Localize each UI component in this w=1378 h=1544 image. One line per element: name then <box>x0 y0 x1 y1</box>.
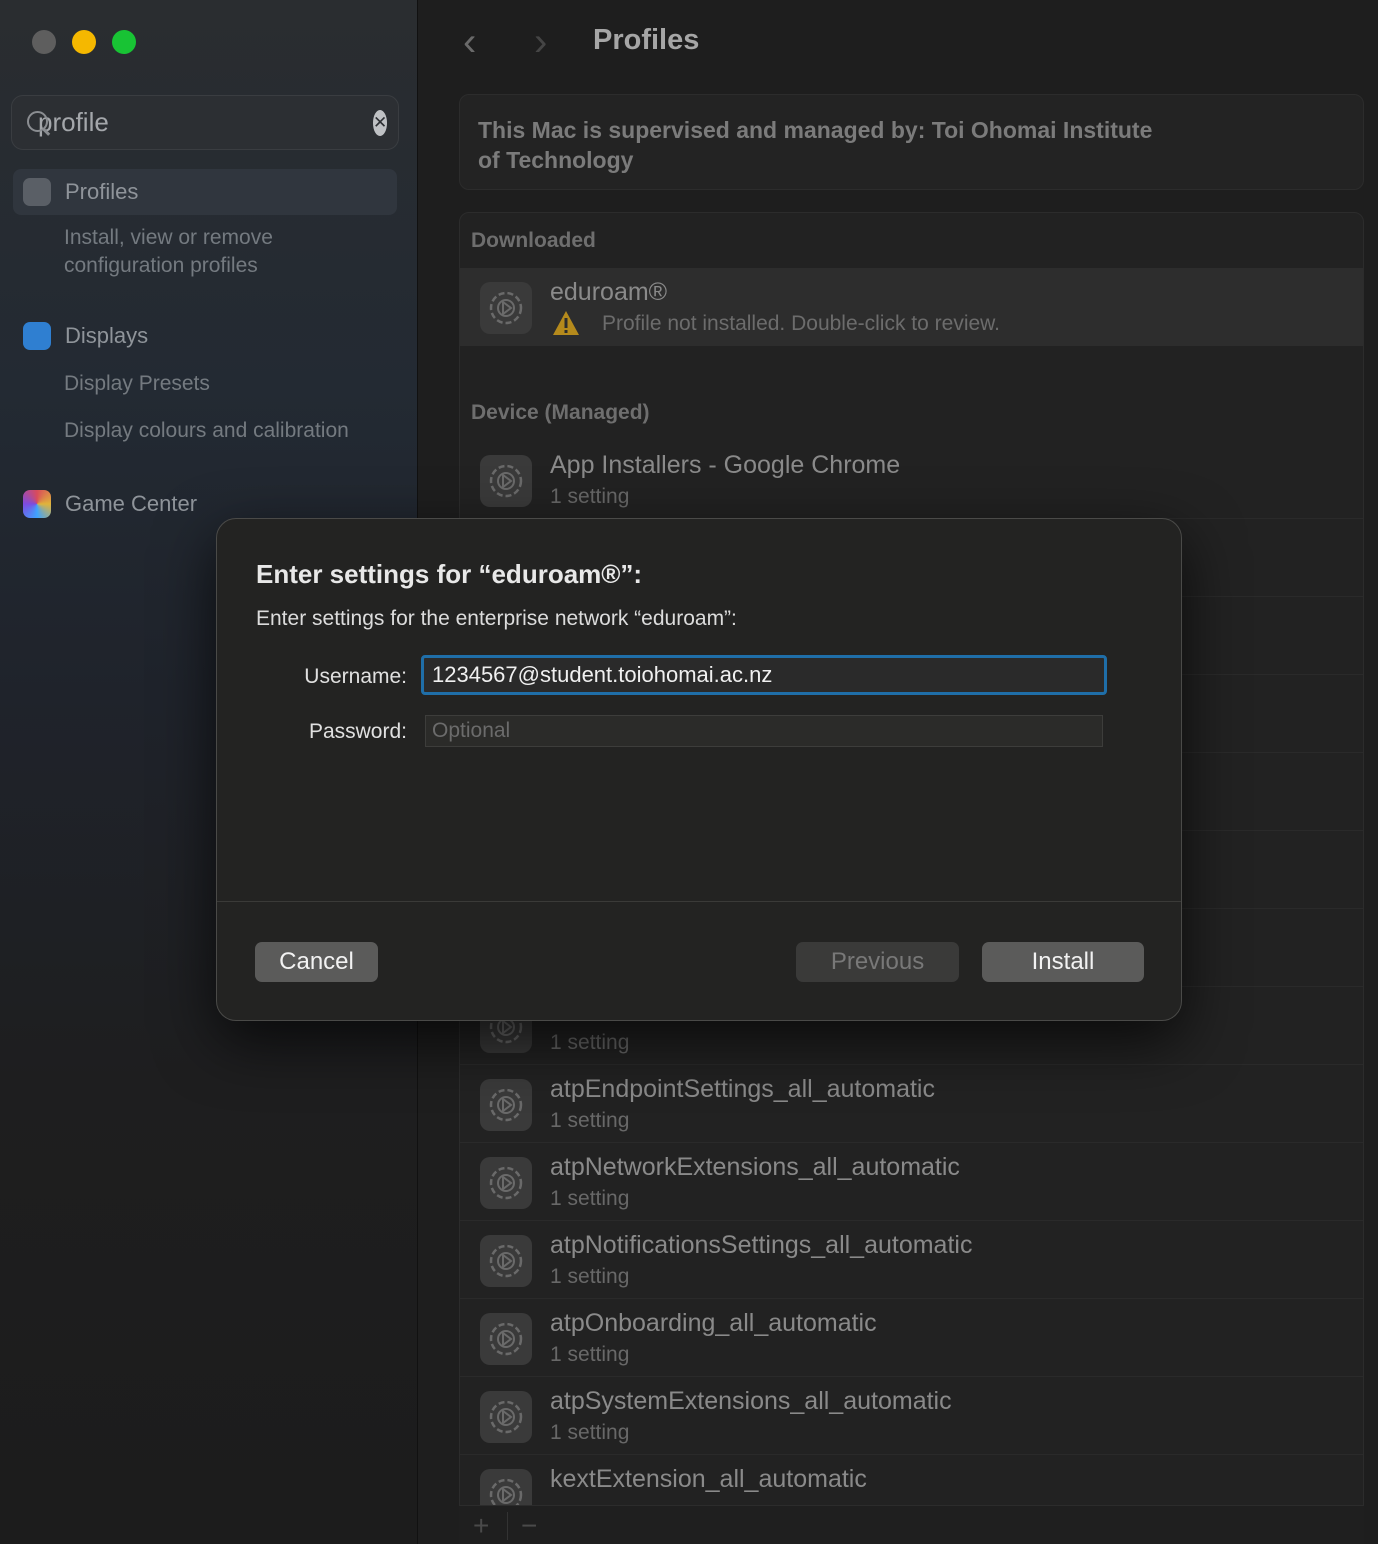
close-window-button[interactable] <box>32 30 56 54</box>
section-header-downloaded: Downloaded <box>471 229 596 252</box>
supervision-notice: This Mac is supervised and managed by: T… <box>459 94 1364 190</box>
profile-subtitle: 1 setting <box>550 1343 630 1366</box>
profile-status: Profile not installed. Double-click to r… <box>602 312 1001 335</box>
section-header-device-managed: Device (Managed) <box>471 401 650 424</box>
gear-icon <box>480 1157 532 1209</box>
sidebar-subitem-display-presets[interactable]: Display Presets <box>64 370 210 398</box>
clear-search-icon[interactable]: ✕ <box>373 109 388 136</box>
profile-subtitle: 1 setting <box>550 1031 630 1054</box>
page-title: Profiles <box>593 24 700 56</box>
maximize-window-button[interactable] <box>112 30 136 54</box>
profile-title: App Installers - Google Chrome <box>550 451 901 479</box>
sidebar-subitem-install-profiles[interactable]: Install, view or remove configuration pr… <box>64 224 394 280</box>
profile-row[interactable]: atpEndpointSettings_all_automatic 1 sett… <box>460 1065 1363 1143</box>
profile-subtitle: 1 setting <box>550 1109 630 1132</box>
window-controls <box>32 30 136 54</box>
username-field[interactable] <box>421 655 1107 695</box>
profile-row[interactable]: atpOnboarding_all_automatic 1 setting <box>460 1299 1363 1377</box>
gear-icon <box>480 1313 532 1365</box>
profile-row[interactable]: atpNetworkExtensions_all_automatic 1 set… <box>460 1143 1363 1221</box>
back-chevron-icon[interactable]: ‹ <box>463 20 476 65</box>
dialog-subtitle: Enter settings for the enterprise networ… <box>256 607 737 630</box>
username-label: Username: <box>304 665 407 688</box>
list-footer: + − <box>459 1505 1364 1544</box>
sidebar-item-label: Profiles <box>65 179 139 204</box>
search-input[interactable] <box>38 107 373 138</box>
enter-settings-dialog: Enter settings for “eduroam®”: Enter set… <box>216 518 1182 1021</box>
sidebar-item-label: Game Center <box>65 491 198 516</box>
sidebar-search: ✕ <box>11 95 399 150</box>
sidebar-item-label: Displays <box>65 323 149 348</box>
profile-title: atpNetworkExtensions_all_automatic <box>550 1153 960 1181</box>
profile-row[interactable]: atpNotificationsSettings_all_automatic 1… <box>460 1221 1363 1299</box>
profile-title: atpEndpointSettings_all_automatic <box>550 1075 935 1103</box>
profile-title: kextExtension_all_automatic <box>550 1465 867 1493</box>
supervision-line: of Technology <box>478 147 634 173</box>
profiles-icon <box>23 178 51 206</box>
displays-icon <box>23 322 51 350</box>
dialog-divider <box>217 901 1181 902</box>
password-label: Password: <box>308 720 407 743</box>
profile-row[interactable]: atpSystemExtensions_all_automatic 1 sett… <box>460 1377 1363 1455</box>
profile-subtitle: 1 setting <box>550 1187 630 1210</box>
footer-divider <box>507 1512 508 1540</box>
sidebar-subitem-display-colours[interactable]: Display colours and calibration <box>64 417 349 445</box>
sidebar-item-profiles[interactable]: Profiles <box>13 169 397 215</box>
cancel-button[interactable]: Cancel <box>255 942 378 982</box>
remove-profile-button[interactable]: − <box>521 1510 537 1542</box>
dialog-title: Enter settings for “eduroam®”: <box>256 559 643 589</box>
profile-title: atpOnboarding_all_automatic <box>550 1309 877 1337</box>
profile-subtitle: 1 setting <box>550 485 630 508</box>
profile-subtitle: 1 setting <box>550 1421 630 1444</box>
game-center-icon <box>23 490 51 518</box>
profile-subtitle: 1 setting <box>550 1265 630 1288</box>
profile-title: eduroam® <box>550 278 668 306</box>
sidebar-item-displays[interactable]: Displays <box>13 313 397 359</box>
supervision-line: This Mac is supervised and managed by: T… <box>478 117 1153 143</box>
profile-row-eduroam[interactable]: eduroam® Profile not installed. Double-c… <box>460 268 1363 346</box>
previous-button[interactable]: Previous <box>796 942 959 982</box>
password-field[interactable] <box>425 715 1103 747</box>
gear-icon <box>480 455 532 507</box>
warning-icon <box>553 311 579 335</box>
gear-icon <box>480 1391 532 1443</box>
install-button[interactable]: Install <box>982 942 1144 982</box>
gear-icon <box>480 1235 532 1287</box>
minimize-window-button[interactable] <box>72 30 96 54</box>
profile-title: atpSystemExtensions_all_automatic <box>550 1387 952 1415</box>
add-profile-button[interactable]: + <box>473 1510 489 1542</box>
profile-title: atpNotificationsSettings_all_automatic <box>550 1231 973 1259</box>
profile-row[interactable]: App Installers - Google Chrome 1 setting <box>460 441 1363 519</box>
forward-chevron-icon[interactable]: › <box>534 20 547 65</box>
gear-icon <box>480 282 532 334</box>
gear-icon <box>480 1079 532 1131</box>
